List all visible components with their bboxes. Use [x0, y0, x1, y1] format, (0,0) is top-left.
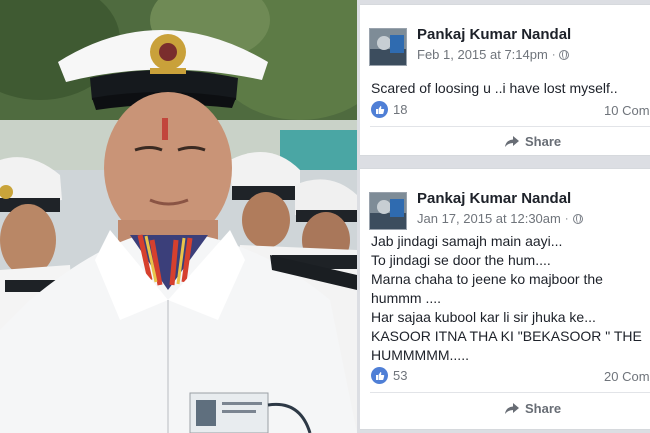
like-icon: [371, 101, 388, 118]
divider: [370, 126, 650, 127]
post-text: Scared of loosing u ..i have lost myself…: [371, 79, 618, 98]
share-label: Share: [525, 401, 562, 416]
post-text-line: KASOOR ITNA THA KI "BEKASOOR " THE: [371, 328, 642, 344]
meta-separator: ·: [551, 48, 556, 61]
post-text-line: HUMMMMM.....: [371, 347, 469, 363]
avatar-image: [370, 193, 406, 229]
share-icon: [505, 135, 519, 147]
author-name[interactable]: Pankaj Kumar Nandal: [417, 26, 571, 43]
post-text-line: Scared of loosing u ..i have lost myself…: [371, 80, 618, 96]
post-meta: Feb 1, 2015 at 7:14pm ·: [417, 47, 570, 62]
reaction-count[interactable]: 18: [371, 101, 407, 118]
author-avatar[interactable]: [369, 192, 407, 230]
divider: [370, 392, 650, 393]
officer-photo-illustration: [0, 0, 357, 433]
post-date[interactable]: Jan 17, 2015 at 12:30am: [417, 211, 561, 226]
post-text-line: To jindagi se door the hum....: [371, 252, 551, 268]
like-count: 53: [393, 368, 408, 383]
like-icon: [371, 367, 388, 384]
like-count: 18: [393, 102, 408, 117]
meta-separator: ·: [564, 212, 569, 225]
comment-count[interactable]: 10 Comm: [604, 103, 650, 118]
author-avatar[interactable]: [369, 28, 407, 66]
author-name[interactable]: Pankaj Kumar Nandal: [417, 190, 571, 207]
post-text-line: hummm ....: [371, 290, 442, 306]
post-card: Pankaj Kumar Nandal Feb 1, 2015 at 7:14p…: [360, 4, 650, 156]
share-button[interactable]: Share: [505, 401, 561, 416]
share-label: Share: [525, 134, 562, 149]
post-text-line: Marna chaha to jeene ko majboor the: [371, 271, 603, 287]
post-text-line: Har sajaa kubool kar li sir jhuka ke...: [371, 309, 596, 325]
facebook-feed: Pankaj Kumar Nandal Feb 1, 2015 at 7:14p…: [357, 0, 650, 433]
globe-icon: [559, 49, 570, 60]
post-text: Jab jindagi samajh main aayi... To jinda…: [371, 232, 642, 365]
post-meta: Jan 17, 2015 at 12:30am ·: [417, 211, 583, 226]
reaction-count[interactable]: 53: [371, 367, 407, 384]
avatar-image: [370, 29, 406, 65]
comment-count[interactable]: 20 Comm: [604, 369, 650, 384]
post-card: Pankaj Kumar Nandal Jan 17, 2015 at 12:3…: [360, 168, 650, 430]
share-button[interactable]: Share: [505, 134, 561, 149]
post-text-line: Jab jindagi samajh main aayi...: [371, 233, 563, 249]
post-date[interactable]: Feb 1, 2015 at 7:14pm: [417, 47, 548, 62]
share-icon: [505, 402, 519, 414]
globe-icon: [572, 213, 583, 224]
profile-photo: [0, 0, 357, 433]
